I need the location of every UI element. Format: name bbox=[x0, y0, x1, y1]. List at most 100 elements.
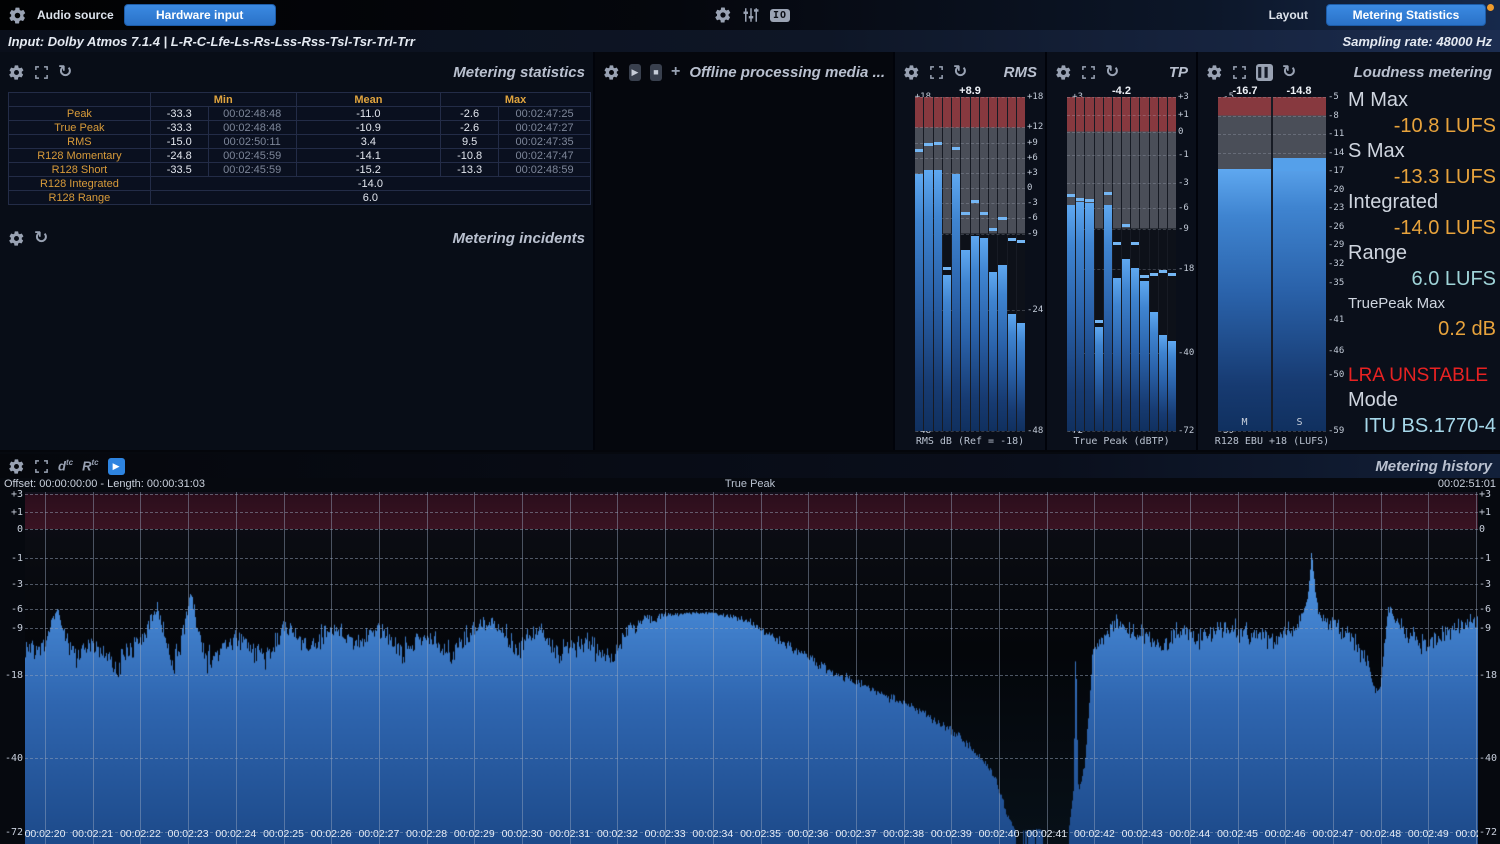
history-gridline bbox=[25, 675, 1478, 676]
peak-marker bbox=[1159, 270, 1167, 273]
gear-icon[interactable] bbox=[8, 230, 25, 247]
scale-tick-label: -72 bbox=[1178, 426, 1196, 436]
reset-icon[interactable]: ↻ bbox=[953, 64, 967, 81]
gear-icon[interactable] bbox=[8, 64, 25, 81]
gear-icon[interactable] bbox=[903, 64, 920, 81]
history-scale-label: -72 bbox=[1479, 827, 1500, 838]
expand-icon[interactable] bbox=[34, 459, 49, 474]
channel-label: S bbox=[1273, 417, 1326, 428]
scale-tick-label: +3 bbox=[1178, 92, 1196, 102]
readout-label: M Max bbox=[1348, 88, 1496, 113]
scale-tick-label: 0 bbox=[1027, 183, 1045, 193]
channel-label: M bbox=[1218, 417, 1271, 428]
stats-header-row: MinMeanMax bbox=[9, 93, 591, 107]
time-gridline bbox=[140, 492, 141, 844]
meter-channel bbox=[1095, 97, 1103, 431]
history-gridline bbox=[25, 758, 1478, 759]
meter-bar bbox=[1218, 169, 1271, 431]
meter-gridline bbox=[1218, 431, 1326, 432]
rms-bars bbox=[915, 97, 1025, 431]
meter-bar bbox=[1085, 203, 1093, 431]
loudness-readouts: -16.7 -14.8 bbox=[1218, 85, 1326, 97]
history-gridline bbox=[25, 494, 1478, 495]
gear-icon[interactable] bbox=[1055, 64, 1072, 81]
gear-icon[interactable] bbox=[714, 6, 732, 24]
expand-icon[interactable] bbox=[1081, 65, 1096, 80]
meter-bar bbox=[1113, 278, 1121, 431]
time-gridline bbox=[427, 492, 428, 844]
peak-marker bbox=[1131, 242, 1139, 245]
reset-icon[interactable]: ↻ bbox=[58, 64, 72, 81]
time-gridline bbox=[665, 492, 666, 844]
time-gridline bbox=[188, 492, 189, 844]
history-chart-label: True Peak bbox=[0, 478, 1500, 490]
gear-icon[interactable] bbox=[8, 6, 27, 25]
loudness-metering-panel: ▌▌ ↻ Loudness metering -16.7 -14.8 -5-8-… bbox=[1198, 52, 1500, 450]
play-icon[interactable]: ▶ bbox=[108, 458, 125, 475]
time-tick-label: 00:02:35 bbox=[740, 828, 781, 840]
play-icon[interactable]: ▶ bbox=[629, 64, 641, 81]
time-gridline bbox=[808, 492, 809, 844]
time-tick-label: 00:02:40 bbox=[979, 828, 1020, 840]
stats-row: R128 Integrated-14.0 bbox=[9, 177, 591, 191]
meter-channel bbox=[1104, 97, 1112, 431]
gear-icon[interactable] bbox=[603, 64, 620, 81]
scale-tick-label: 0 bbox=[1178, 127, 1196, 137]
offline-panel-header: ▶ ■ + Offline processing media ... bbox=[595, 58, 893, 86]
meter-gridline bbox=[1218, 153, 1326, 154]
history-scale-label: 0 bbox=[1, 524, 23, 535]
reset-icon[interactable]: ↻ bbox=[34, 230, 48, 247]
meter-gridline bbox=[1067, 115, 1176, 116]
metering-statistics-button[interactable]: Metering Statistics bbox=[1326, 4, 1486, 26]
history-panel-header: dtc Rtc ▶ Metering history bbox=[0, 454, 1500, 478]
stats-row: R128 Momentary-24.800:02:45:59-14.1-10.8… bbox=[9, 149, 591, 163]
scale-tick-label: -17 bbox=[1328, 166, 1346, 176]
scale-tick-label: -29 bbox=[1328, 240, 1346, 250]
meter-bar bbox=[971, 236, 979, 431]
loudness-readout-row: TruePeak Max0.2 dB bbox=[1348, 292, 1496, 342]
loudness-readout-row: S Max-13.3 LUFS bbox=[1348, 139, 1496, 190]
peak-marker bbox=[1122, 224, 1130, 227]
hardware-input-button[interactable]: Hardware input bbox=[124, 4, 276, 26]
expand-icon[interactable] bbox=[929, 65, 944, 80]
meter-gridline bbox=[1067, 431, 1176, 432]
scale-tick-label: -6 bbox=[1027, 213, 1045, 223]
time-gridline bbox=[617, 492, 618, 844]
scale-tick-label: -41 bbox=[1328, 315, 1346, 325]
mixer-sliders-icon[interactable] bbox=[742, 6, 760, 24]
reset-icon[interactable]: ↻ bbox=[1105, 64, 1119, 81]
gear-icon[interactable] bbox=[8, 458, 25, 475]
time-gridline bbox=[1285, 492, 1286, 844]
time-tick-label: 00:02:23 bbox=[168, 828, 209, 840]
meter-channel bbox=[1131, 97, 1139, 431]
time-tick-label: 00:02:28 bbox=[406, 828, 447, 840]
range-timecode-icon[interactable]: Rtc bbox=[82, 459, 99, 472]
scale-tick-label: -14 bbox=[1328, 148, 1346, 158]
history-scale-label: +3 bbox=[1479, 489, 1500, 500]
duration-timecode-icon[interactable]: dtc bbox=[58, 459, 73, 472]
peak-marker bbox=[924, 143, 932, 146]
peak-marker bbox=[961, 212, 969, 215]
meter-bar bbox=[952, 174, 960, 431]
history-scale-label: -9 bbox=[1479, 623, 1500, 634]
meter-bar bbox=[1273, 158, 1326, 431]
stop-icon[interactable]: ■ bbox=[650, 64, 662, 81]
meter-bar bbox=[1076, 202, 1084, 431]
stats-row: Peak-33.300:02:48:48-11.0-2.600:02:47:25 bbox=[9, 107, 591, 121]
meter-bar bbox=[1150, 312, 1158, 431]
meter-gridline bbox=[1067, 155, 1176, 156]
scale-tick-label: -23 bbox=[1328, 203, 1346, 213]
meter-gridline bbox=[1218, 134, 1326, 135]
readout-value: 0.2 dB bbox=[1348, 316, 1496, 342]
meter-bar bbox=[998, 265, 1006, 431]
expand-icon[interactable] bbox=[34, 65, 49, 80]
io-icon[interactable]: IO bbox=[770, 9, 790, 22]
meter-bar bbox=[1159, 335, 1167, 431]
scale-tick-label: -26 bbox=[1328, 222, 1346, 232]
add-media-icon[interactable]: + bbox=[671, 63, 680, 81]
tp-bars bbox=[1067, 97, 1176, 431]
meter-channel bbox=[943, 97, 951, 431]
time-tick-label: 00:02:24 bbox=[215, 828, 256, 840]
time-gridline bbox=[474, 492, 475, 844]
time-tick-label: 00:02:29 bbox=[454, 828, 495, 840]
